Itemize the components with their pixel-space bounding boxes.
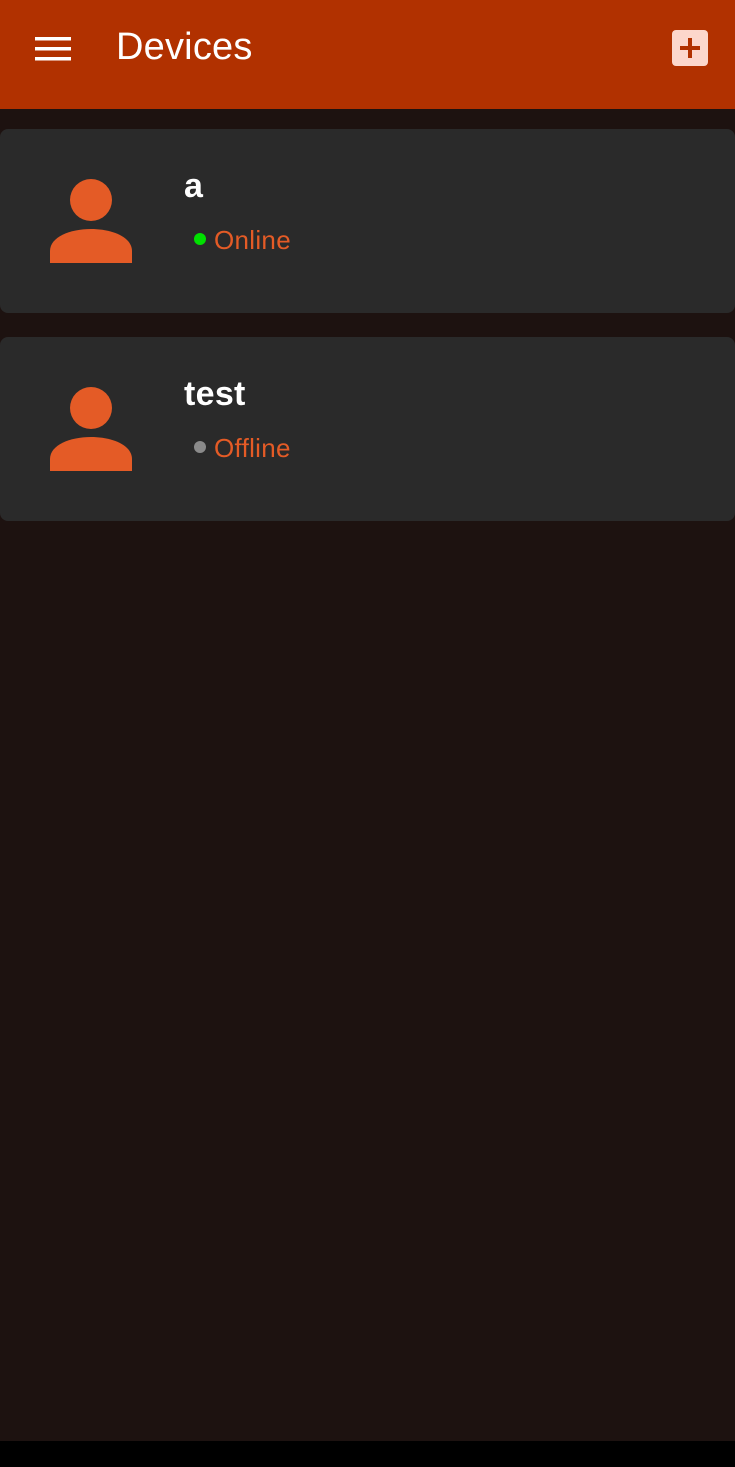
devices-screen: Devices a Online test Offline bbox=[0, 0, 735, 1467]
device-name: test bbox=[184, 375, 246, 413]
device-status: Online bbox=[194, 225, 291, 256]
menu-icon bbox=[35, 37, 71, 61]
device-name: a bbox=[184, 167, 204, 205]
device-status: Offline bbox=[194, 433, 291, 464]
page-title: Devices bbox=[116, 26, 253, 68]
menu-button[interactable] bbox=[28, 27, 78, 71]
add-box-icon bbox=[672, 30, 708, 66]
system-navigation-bar bbox=[0, 1441, 735, 1467]
status-label: Offline bbox=[214, 433, 291, 463]
app-bar: Devices bbox=[0, 0, 735, 109]
person-icon bbox=[50, 387, 132, 471]
add-device-button[interactable] bbox=[668, 26, 712, 70]
status-label: Online bbox=[214, 225, 291, 255]
person-icon bbox=[50, 179, 132, 263]
online-status-dot-icon bbox=[194, 232, 206, 245]
device-card-test[interactable]: test Offline bbox=[0, 337, 735, 521]
device-list: a Online test Offline bbox=[0, 129, 735, 545]
device-card-a[interactable]: a Online bbox=[0, 129, 735, 313]
offline-status-dot-icon bbox=[194, 440, 206, 453]
